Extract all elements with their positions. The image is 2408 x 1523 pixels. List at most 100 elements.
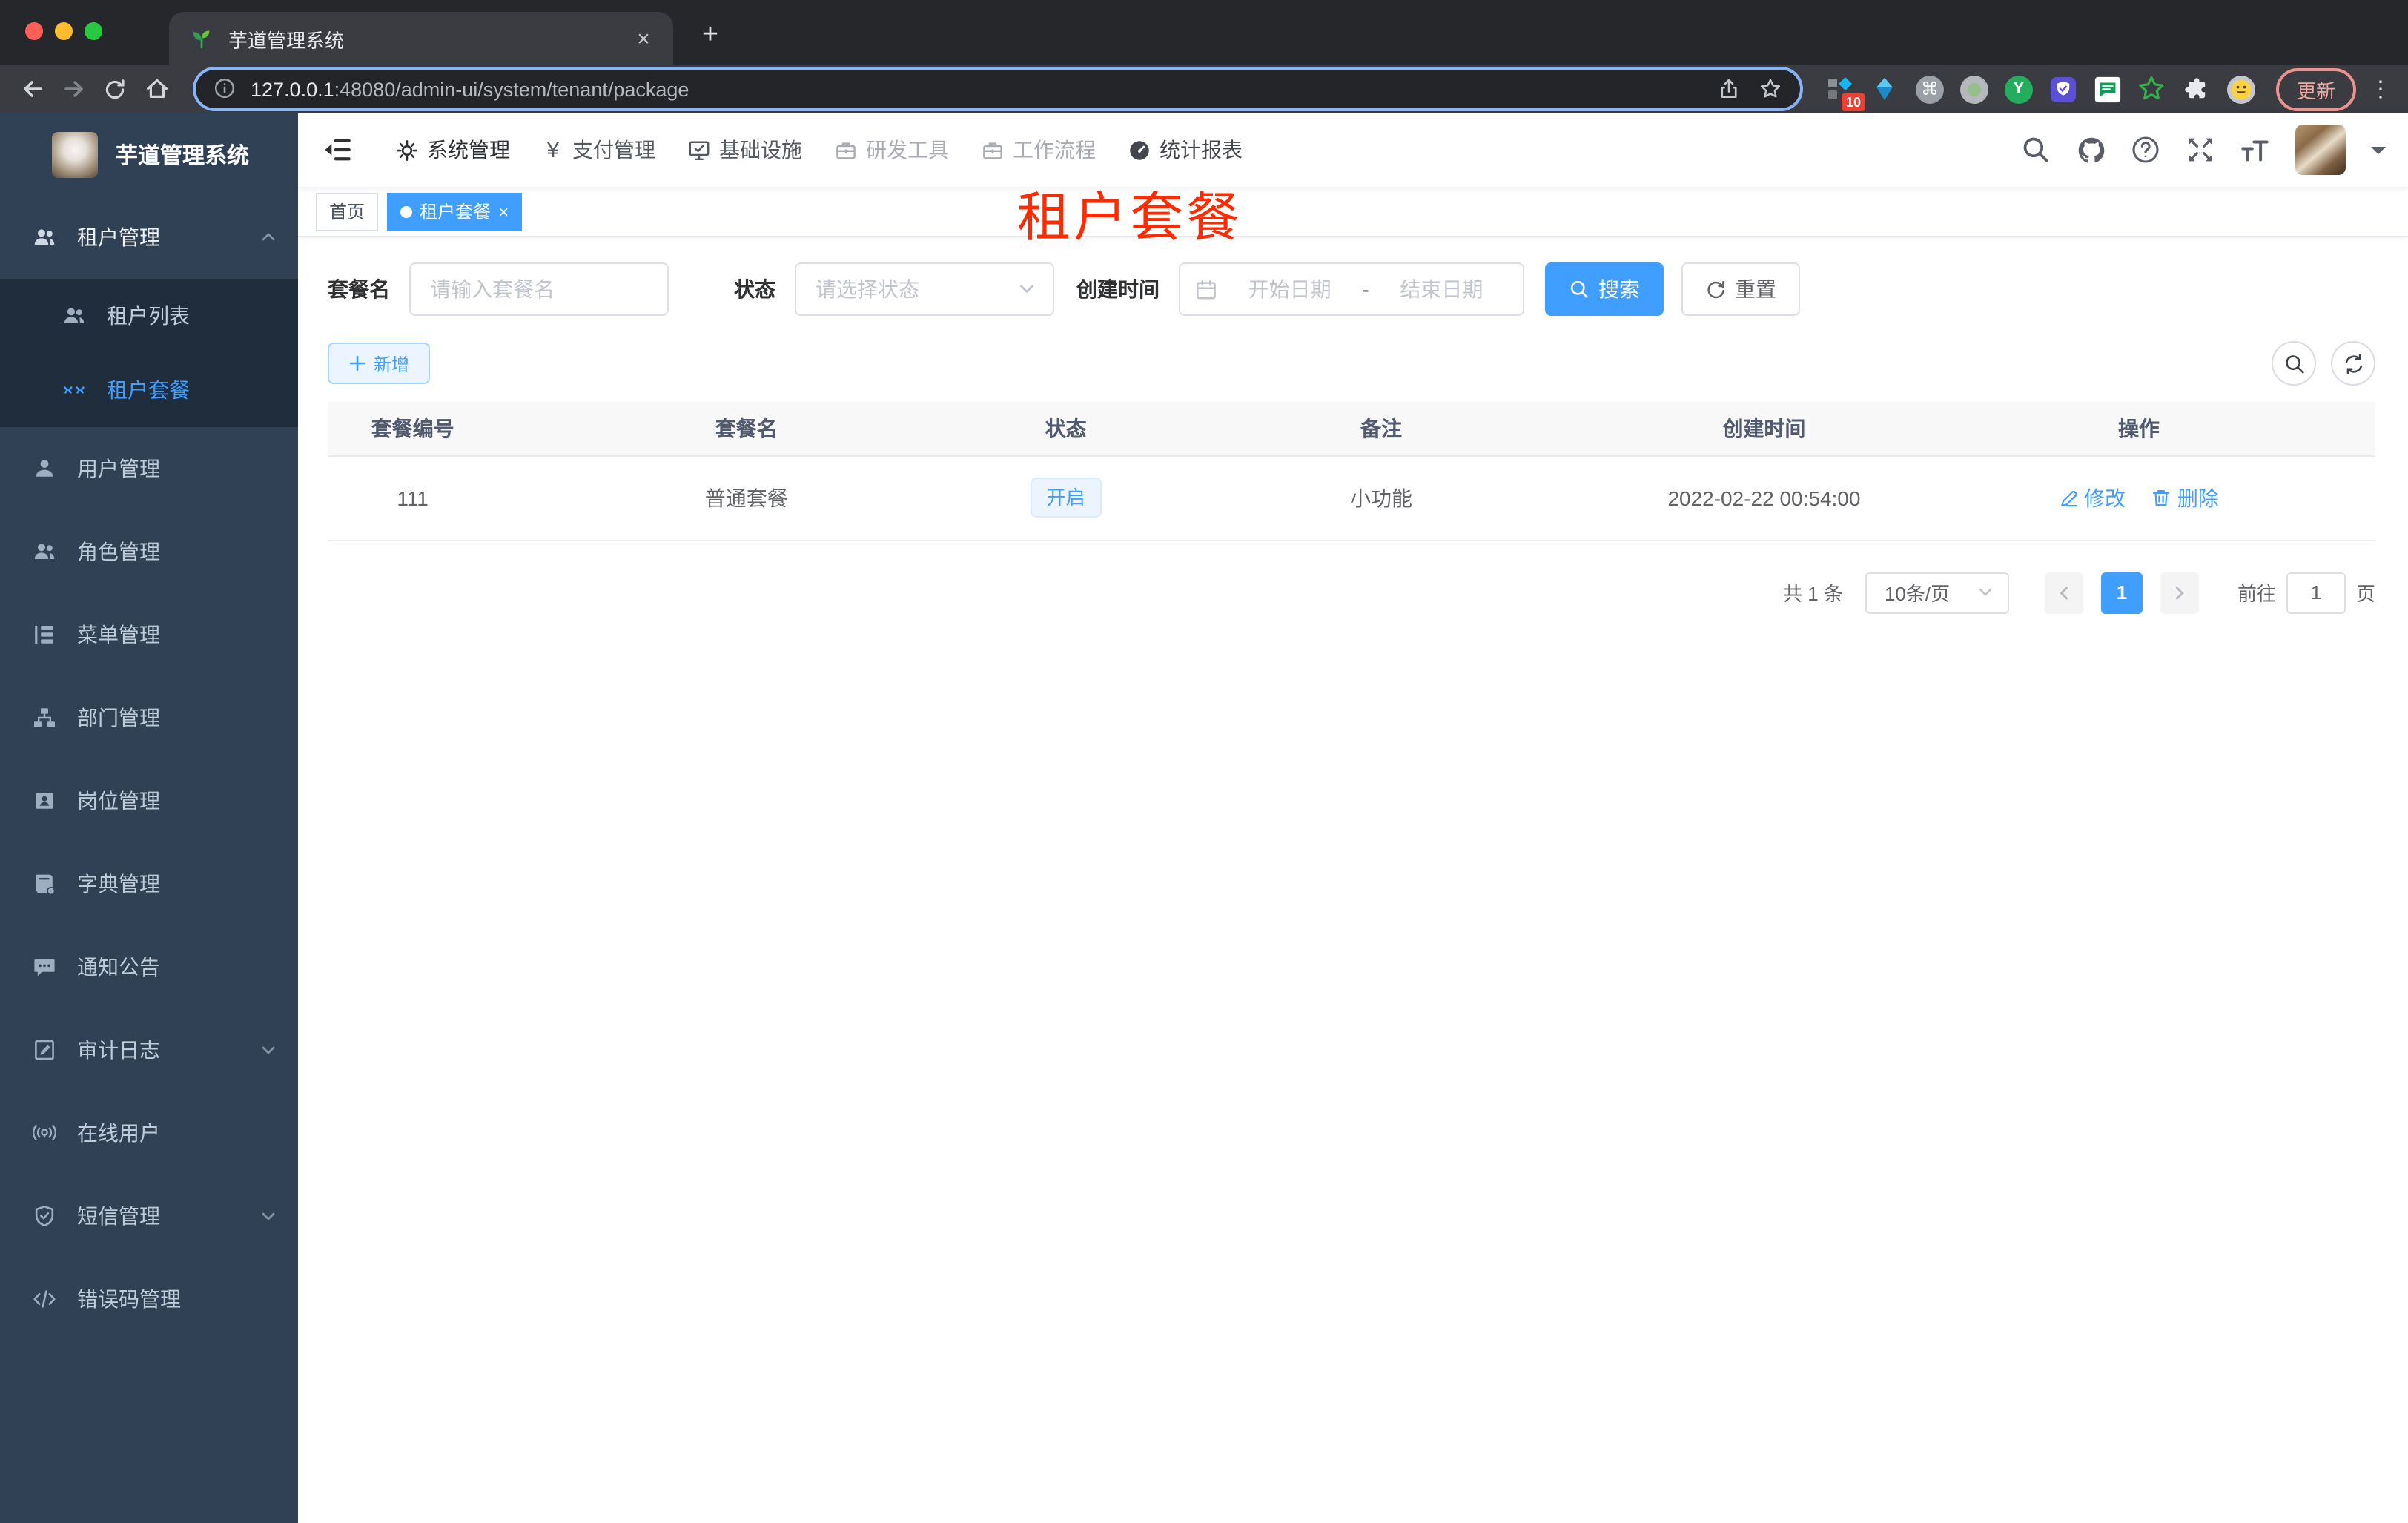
topnav-statistics[interactable]: 统计报表: [1128, 135, 1243, 165]
end-date-placeholder[interactable]: 结束日期: [1375, 274, 1508, 304]
sidebar-item-notice[interactable]: 通知公告: [0, 925, 298, 1008]
extension-grid-icon[interactable]: 10: [1825, 73, 1865, 110]
topnav-payment-management[interactable]: ¥ 支付管理: [543, 135, 655, 165]
bookmark-star-icon[interactable]: [1759, 77, 1782, 101]
sidebar-logo[interactable]: 芋道管理系统: [0, 113, 298, 196]
extensions-puzzle-icon[interactable]: [2181, 73, 2212, 105]
refresh-table-button[interactable]: [2331, 341, 2375, 386]
font-size-icon[interactable]: [2240, 135, 2270, 165]
topnav-workflow[interactable]: 工作流程: [982, 135, 1096, 165]
plus-icon: [348, 354, 366, 372]
sidebar-item-sms-management[interactable]: 短信管理: [0, 1175, 298, 1258]
add-label: 新增: [374, 354, 410, 374]
vue-devtools-icon[interactable]: [1870, 73, 1901, 105]
avatar-caret-icon[interactable]: [2371, 147, 2386, 162]
recorder-extension-icon[interactable]: [1959, 73, 1990, 105]
github-icon[interactable]: [2076, 135, 2106, 165]
toolbox-icon: [983, 142, 1002, 159]
browser-menu-icon[interactable]: ⋮: [2369, 76, 2392, 102]
reset-button[interactable]: 重置: [1681, 262, 1800, 316]
sidebar-item-label: 角色管理: [77, 540, 160, 564]
table-header-row: 套餐编号 套餐名 状态 备注 创建时间 操作: [328, 402, 2375, 456]
peoples-icon: [33, 540, 56, 564]
search-button[interactable]: 搜索: [1545, 262, 1664, 316]
fullscreen-icon[interactable]: [2186, 135, 2215, 165]
topnav-infrastructure[interactable]: 基础设施: [688, 135, 802, 165]
search-icon: [1569, 279, 1590, 300]
status-enabled-tag[interactable]: 开启: [1030, 478, 1102, 518]
sidebar-item-tenant-list[interactable]: 租户列表: [0, 279, 298, 353]
date-range-picker[interactable]: 开始日期 - 结束日期: [1179, 262, 1524, 316]
delete-link[interactable]: 删除: [2152, 483, 2219, 512]
start-date-placeholder[interactable]: 开始日期: [1223, 274, 1356, 304]
octotree-star-icon[interactable]: [2137, 73, 2168, 105]
chevron-right-icon: [2175, 586, 2184, 599]
topnav-dev-tools[interactable]: 研发工具: [835, 135, 949, 165]
prev-page-button[interactable]: [2044, 572, 2083, 613]
tab-close-icon[interactable]: ×: [632, 26, 655, 51]
goto-page-input[interactable]: [2286, 572, 2346, 613]
sidebar-item-post-management[interactable]: 岗位管理: [0, 759, 298, 842]
share-icon[interactable]: [1717, 77, 1741, 101]
back-icon[interactable]: [18, 75, 46, 103]
sidebar-item-online-users[interactable]: 在线用户: [0, 1091, 298, 1175]
topnav-label: 支付管理: [572, 138, 655, 162]
sidebar-fold-icon[interactable]: [322, 135, 351, 165]
sidebar-item-tenant-management[interactable]: 租户管理: [0, 196, 298, 279]
sidebar-item-menu-management[interactable]: 菜单管理: [0, 593, 298, 676]
edit-link[interactable]: 修改: [2059, 483, 2126, 512]
tag-tenant-package[interactable]: 租户套餐 ×: [387, 192, 523, 231]
site-info-icon[interactable]: [214, 77, 237, 101]
y-extension-icon[interactable]: Y: [2003, 73, 2034, 105]
sidebar-item-department-management[interactable]: 部门管理: [0, 676, 298, 759]
home-icon[interactable]: [142, 75, 171, 103]
shield-extension-icon[interactable]: [2048, 73, 2079, 105]
browser-tabstrip: 芋道管理系统 × +: [0, 0, 2408, 65]
forward-icon[interactable]: [59, 75, 87, 103]
sidebar-item-label: 租户管理: [77, 225, 160, 249]
sidebar-item-tenant-package[interactable]: 租户套餐: [0, 353, 298, 427]
reload-icon[interactable]: [101, 75, 129, 103]
sidebar-item-dict-management[interactable]: 字典管理: [0, 842, 298, 925]
dictionary-book-icon: [33, 872, 56, 896]
emoji-extension-icon[interactable]: [2226, 73, 2257, 105]
tag-home[interactable]: 首页: [316, 192, 379, 231]
total-count: 共 1 条: [1783, 583, 1843, 605]
add-button[interactable]: 新增: [328, 343, 431, 384]
tag-close-icon[interactable]: ×: [498, 202, 509, 220]
close-window-button[interactable]: [25, 22, 43, 40]
sidebar-item-error-code[interactable]: 错误码管理: [0, 1258, 298, 1341]
table-toolbar-right: [2272, 341, 2375, 386]
user-icon: [33, 457, 56, 480]
badge-icon: [33, 789, 56, 813]
next-page-button[interactable]: [2160, 572, 2199, 613]
browser-tab[interactable]: 芋道管理系统 ×: [169, 12, 673, 65]
sidebar-item-audit-log[interactable]: 审计日志: [0, 1008, 298, 1091]
url-text[interactable]: 127.0.0.1:48080/admin-ui/system/tenant/p…: [251, 78, 1704, 100]
sidebar-item-user-management[interactable]: 用户管理: [0, 427, 298, 510]
chevron-down-icon: [1977, 582, 1997, 603]
current-page-button[interactable]: 1: [2100, 572, 2143, 613]
user-avatar[interactable]: [2295, 125, 2346, 175]
chat-extension-icon[interactable]: [2092, 73, 2123, 105]
sidebar-item-label: 短信管理: [77, 1204, 160, 1228]
minimize-window-button[interactable]: [55, 22, 73, 40]
omnibox-actions: [1717, 77, 1782, 101]
status-select[interactable]: 请选择状态: [795, 262, 1054, 316]
command-extension-icon[interactable]: ⌘: [1914, 73, 1945, 105]
help-icon[interactable]: [2131, 135, 2160, 165]
logo-rabbit-image: [52, 131, 98, 177]
show-search-toggle-button[interactable]: [2272, 341, 2316, 386]
edit-label: 修改: [2084, 486, 2126, 509]
message-bubble-icon: [33, 955, 56, 979]
address-bar[interactable]: 127.0.0.1:48080/admin-ui/system/tenant/p…: [196, 70, 1800, 108]
header-search-icon[interactable]: [2021, 135, 2051, 165]
maximize-window-button[interactable]: [85, 22, 102, 40]
package-name-input[interactable]: [409, 262, 669, 316]
new-tab-button[interactable]: +: [691, 16, 730, 55]
page-size-select[interactable]: 10条/页: [1865, 572, 2009, 613]
tag-label: 租户套餐: [420, 202, 492, 222]
topnav-system-management[interactable]: 系统管理: [396, 135, 510, 165]
sidebar-item-role-management[interactable]: 角色管理: [0, 510, 298, 593]
chrome-update-button[interactable]: 更新: [2275, 67, 2356, 110]
